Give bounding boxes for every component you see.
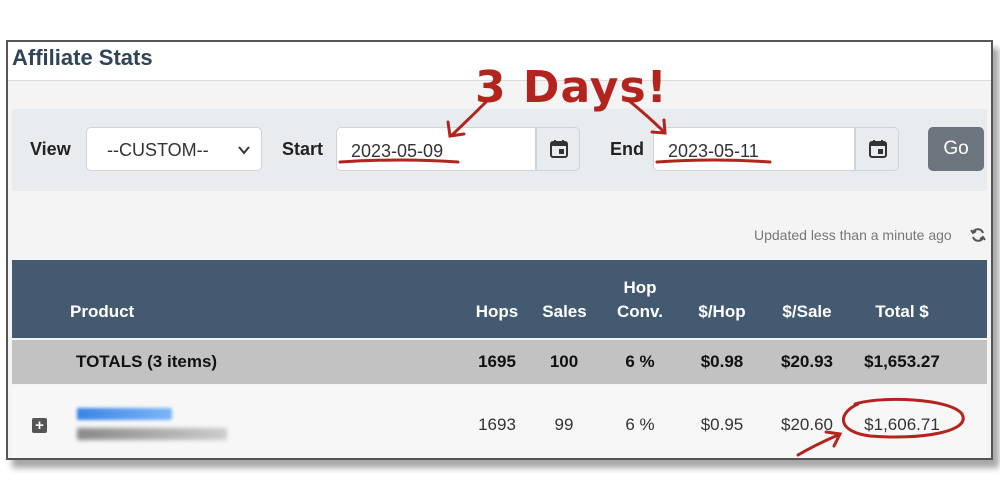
col-total[interactable]: Total $ xyxy=(862,302,942,322)
end-label: End xyxy=(610,139,644,159)
product-subtitle-redacted xyxy=(77,428,227,440)
totals-per-sale: $20.93 xyxy=(781,352,833,371)
filter-bar: View --CUSTOM-- Start 2023-05-09 End 202… xyxy=(12,109,987,191)
row-sales: 99 xyxy=(554,415,574,434)
updated-status: Updated less than a minute ago xyxy=(754,227,952,243)
col-hop-conv-line2: Conv. xyxy=(617,302,663,321)
view-select-value: --CUSTOM-- xyxy=(107,140,209,160)
start-date-value: 2023-05-09 xyxy=(351,141,444,161)
totals-row: TOTALS (3 items) 1695 100 6 % $0.98 $20.… xyxy=(12,340,987,384)
totals-sales: 100 xyxy=(549,352,579,371)
totals-per-hop: $0.98 xyxy=(700,352,744,371)
view-select[interactable]: --CUSTOM-- xyxy=(86,127,262,171)
col-hop-conv[interactable]: Hop Conv. xyxy=(610,278,670,322)
table-header: Product Hops Sales Hop Conv. $/Hop $/Sal… xyxy=(12,260,987,338)
totals-hop-conv: 6 % xyxy=(625,352,655,371)
start-date-input[interactable]: 2023-05-09 xyxy=(336,127,536,171)
totals-total: $1,653.27 xyxy=(864,352,940,371)
totals-label: TOTALS (3 items) xyxy=(76,352,218,371)
chevron-down-icon xyxy=(237,141,251,162)
end-date-input[interactable]: 2023-05-11 xyxy=(653,127,855,171)
row-total: $1,606.71 xyxy=(864,415,940,434)
refresh-icon[interactable] xyxy=(970,227,986,248)
expand-icon[interactable]: + xyxy=(32,418,47,433)
annotation-text: 3 Days! xyxy=(475,62,668,113)
end-calendar-button[interactable] xyxy=(855,127,899,171)
col-per-hop[interactable]: $/Hop xyxy=(692,302,752,322)
start-calendar-button[interactable] xyxy=(536,127,580,171)
row-hop-conv: 6 % xyxy=(625,415,655,434)
col-product[interactable]: Product xyxy=(70,302,134,322)
calendar-icon xyxy=(869,140,887,158)
go-button[interactable]: Go xyxy=(928,127,984,171)
table-row: + 1693 99 6 % $0.95 $20.60 $1,606.71 xyxy=(12,386,987,458)
col-hops[interactable]: Hops xyxy=(472,302,522,322)
col-per-sale[interactable]: $/Sale xyxy=(774,302,840,322)
end-date-value: 2023-05-11 xyxy=(668,141,759,161)
calendar-icon xyxy=(550,140,568,158)
col-sales[interactable]: Sales xyxy=(537,302,592,322)
col-hop-conv-line1: Hop xyxy=(623,278,657,297)
row-per-hop: $0.95 xyxy=(700,415,744,434)
start-label: Start xyxy=(282,139,324,159)
view-label: View xyxy=(30,139,71,159)
page-title: Affiliate Stats xyxy=(12,45,153,70)
product-name-redacted[interactable] xyxy=(77,408,172,420)
row-per-sale: $20.60 xyxy=(781,415,833,434)
